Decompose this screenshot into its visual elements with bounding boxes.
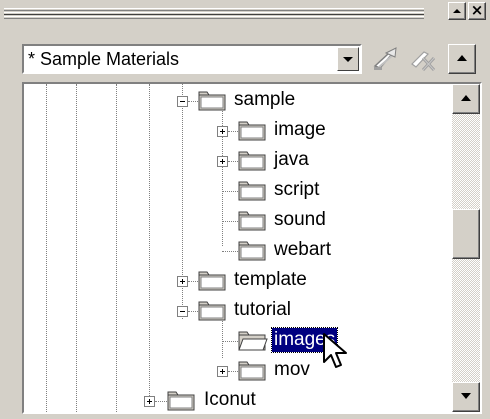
tree-connector: [222, 251, 238, 252]
folder-tree[interactable]: sample image java script sound webart te…: [22, 82, 482, 414]
folder-icon: [167, 391, 195, 411]
tree-item-label: webart: [274, 239, 332, 260]
mouse-cursor-icon: [323, 333, 347, 368]
folder-open-icon: [198, 91, 226, 111]
tree-item-label: Iconut: [204, 389, 256, 410]
tree-item-script[interactable]: script: [24, 176, 444, 206]
tree-item-mov[interactable]: mov: [24, 356, 444, 386]
scroll-up-button[interactable]: [452, 84, 480, 114]
scroll-down-button[interactable]: [452, 382, 480, 412]
tree-item-label: java: [274, 149, 309, 170]
tree-item-label: tutorial: [234, 299, 292, 320]
expand-toggle[interactable]: [217, 366, 228, 377]
chevron-down-icon: [343, 57, 353, 62]
tree-connector: [222, 191, 238, 192]
tree-item-iconut[interactable]: Iconut: [24, 386, 444, 412]
tree-connector: [228, 161, 238, 162]
tree-connector: [228, 131, 238, 132]
folder-open-icon: [238, 331, 268, 351]
expand-toggle[interactable]: [217, 156, 228, 167]
tree-item-label: template: [234, 269, 307, 290]
close-window-button[interactable]: ×: [468, 1, 486, 20]
scrollbar-thumb[interactable]: [452, 209, 480, 259]
triangle-up-icon: [457, 55, 467, 61]
tree-item-tutorial[interactable]: tutorial: [24, 296, 444, 326]
tree-item-label: sound: [274, 209, 326, 230]
tree-item-label: image: [274, 119, 326, 140]
folder-icon: [238, 211, 266, 231]
folder-icon: [238, 241, 266, 261]
tree-scrollbar[interactable]: [452, 84, 480, 412]
tree-connector: [188, 101, 198, 102]
library-window: × * Sample Materials sample image java s…: [0, 0, 490, 419]
edit-library-button[interactable]: [368, 44, 402, 74]
library-select[interactable]: * Sample Materials: [22, 44, 362, 74]
folder-open-icon: [198, 301, 226, 321]
tree-connector: [228, 371, 238, 372]
delete-library-button[interactable]: [406, 44, 440, 74]
tree-item-label: sample: [234, 89, 296, 110]
triangle-down-icon: [461, 393, 471, 399]
tree-item-java[interactable]: java: [24, 146, 444, 176]
expand-toggle[interactable]: [217, 126, 228, 137]
tree-item-label: script: [274, 179, 320, 200]
collapse-toggle[interactable]: [177, 306, 188, 317]
tree-item-image[interactable]: image: [24, 116, 444, 146]
folder-icon: [198, 271, 226, 291]
library-select-value: * Sample Materials: [28, 49, 180, 69]
folder-icon: [238, 361, 266, 381]
tree-item-sound[interactable]: sound: [24, 206, 444, 236]
tree-connector: [222, 341, 238, 342]
tree-item-label: mov: [274, 359, 310, 380]
library-select-dropdown-button[interactable]: [337, 47, 359, 71]
expand-toggle[interactable]: [144, 396, 155, 407]
pencil-edit-icon: [373, 47, 397, 70]
folder-icon: [238, 181, 266, 201]
close-icon: ×: [470, 1, 484, 19]
tree-connector: [188, 311, 198, 312]
collapse-window-button[interactable]: [448, 2, 466, 20]
folder-icon: [238, 151, 266, 171]
tree-connector: [188, 281, 198, 282]
tree-item-images[interactable]: images: [24, 326, 444, 356]
triangle-up-icon: [461, 95, 471, 101]
move-up-button[interactable]: [448, 44, 476, 74]
tree-connector: [222, 221, 238, 222]
tree-item-webart[interactable]: webart: [24, 236, 444, 266]
collapse-toggle[interactable]: [177, 96, 188, 107]
delete-x-icon: [411, 51, 436, 72]
folder-icon: [238, 121, 266, 141]
title-grip[interactable]: [4, 8, 424, 20]
tree-item-sample[interactable]: sample: [24, 86, 444, 116]
tree-item-template[interactable]: template: [24, 266, 444, 296]
triangle-up-icon: [453, 9, 461, 13]
tree-connector: [155, 401, 167, 402]
expand-toggle[interactable]: [177, 276, 188, 287]
